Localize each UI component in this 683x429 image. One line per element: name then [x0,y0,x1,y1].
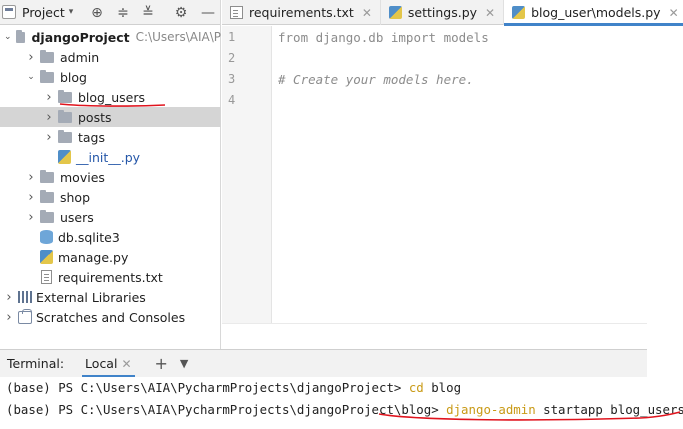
annotation-layer [59,103,681,421]
annotation-underline-command [378,411,681,421]
annotation-underline-blog-users [59,103,166,107]
